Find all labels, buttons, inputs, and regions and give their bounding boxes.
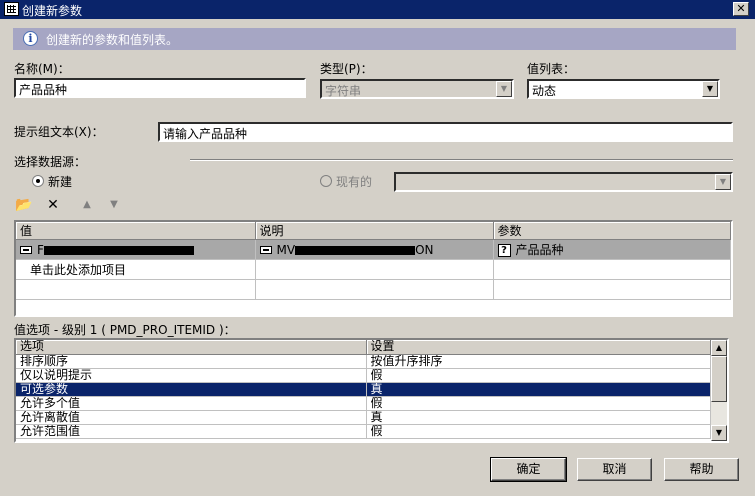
- name-label: 名称(M)：: [14, 62, 70, 76]
- type-value: 字符串: [325, 84, 362, 98]
- scroll-thumb[interactable]: [711, 356, 727, 402]
- help-button[interactable]: 帮助: [664, 458, 739, 481]
- ok-button[interactable]: 确定: [490, 457, 567, 482]
- new-radio[interactable]: [32, 175, 44, 187]
- table-row[interactable]: 允许范围值假: [16, 424, 711, 439]
- option-setting[interactable]: 假: [366, 368, 711, 383]
- table-row[interactable]: [16, 279, 731, 300]
- empty-cell[interactable]: [255, 259, 494, 280]
- option-setting[interactable]: 真: [366, 410, 711, 425]
- new-radio-label: 新建: [48, 175, 73, 189]
- column-header-description[interactable]: 说明: [255, 222, 494, 240]
- cancel-button[interactable]: 取消: [577, 458, 652, 481]
- field-icon: [259, 246, 272, 254]
- table-row[interactable]: 允许离散值真: [16, 410, 711, 425]
- chevron-down-icon: ▼: [496, 81, 512, 97]
- info-banner: i 创建新的参数和值列表。: [13, 28, 736, 50]
- option-setting[interactable]: 假: [366, 396, 711, 411]
- table-row[interactable]: 仅以说明提示假: [16, 368, 711, 383]
- column-header-value[interactable]: 值: [16, 222, 256, 240]
- delete-icon[interactable]: ✕: [44, 196, 62, 214]
- lov-value: 动态: [532, 84, 557, 98]
- type-select: 字符串 ▼: [320, 79, 514, 99]
- option-name[interactable]: 排序顺序: [16, 354, 367, 369]
- app-icon: [4, 2, 19, 16]
- close-button[interactable]: ✕: [733, 2, 749, 16]
- existing-select: ▼: [394, 172, 733, 192]
- description-cell[interactable]: MV ON: [255, 239, 494, 260]
- title-bar: 创建新参数 ✕: [0, 0, 755, 19]
- values-table[interactable]: 值 说明 参数 F MV ON ? 产品品种 单击此处添加项目: [14, 220, 733, 317]
- datasource-label: 选择数据源：: [14, 155, 87, 169]
- lov-label: 值列表：: [527, 62, 576, 76]
- option-setting[interactable]: 按值升序排序: [366, 354, 711, 369]
- column-header-setting[interactable]: 设置: [366, 340, 711, 355]
- scroll-down-icon[interactable]: ▼: [711, 425, 727, 441]
- column-header-option[interactable]: 选项: [16, 340, 367, 355]
- option-name[interactable]: 仅以说明提示: [16, 368, 367, 383]
- option-name[interactable]: 允许范围值: [16, 424, 367, 439]
- options-scrollbar[interactable]: ▲ ▼: [711, 340, 727, 441]
- name-input[interactable]: 产品品种: [14, 78, 306, 98]
- table-row[interactable]: F MV ON ? 产品品种: [16, 239, 731, 260]
- option-setting[interactable]: 假: [366, 424, 711, 439]
- existing-radio: [320, 175, 332, 187]
- table-row[interactable]: 单击此处添加项目: [16, 259, 731, 280]
- chevron-down-icon: ▼: [715, 174, 731, 190]
- field-icon: [20, 246, 32, 254]
- existing-radio-label: 现有的: [336, 175, 373, 189]
- move-down-icon[interactable]: ▼: [105, 196, 123, 214]
- options-table[interactable]: 选项 设置 排序顺序 按值升序排序 仅以说明提示假 可选参数真 允许多个值假 允许…: [14, 338, 729, 443]
- options-label: 值选项 - 级别 1 ( PMD_PRO_ITEMID )：: [14, 323, 236, 337]
- move-up-icon[interactable]: ▲: [78, 196, 96, 214]
- option-name[interactable]: 可选参数: [16, 382, 367, 397]
- info-text: 创建新的参数和值列表。: [46, 33, 179, 47]
- question-icon: ?: [497, 244, 511, 257]
- redacted-value: [43, 245, 194, 255]
- prompt-input[interactable]: 请输入产品品种: [158, 122, 733, 142]
- type-label: 类型(P)：: [320, 62, 373, 76]
- option-name[interactable]: 允许多个值: [16, 396, 367, 411]
- value-cell[interactable]: F: [16, 239, 256, 260]
- column-header-parameter[interactable]: 参数: [493, 222, 731, 240]
- table-row[interactable]: 排序顺序 按值升序排序: [16, 354, 711, 369]
- empty-cell[interactable]: [493, 259, 731, 280]
- option-name[interactable]: 允许离散值: [16, 410, 367, 425]
- prompt-label: 提示组文本(X)：: [14, 125, 104, 139]
- parameter-cell[interactable]: ? 产品品种: [493, 239, 731, 260]
- chevron-down-icon[interactable]: ▼: [702, 81, 718, 97]
- table-row[interactable]: 可选参数真: [16, 382, 711, 397]
- redacted-description: [295, 245, 416, 255]
- window-title: 创建新参数: [22, 4, 83, 18]
- table-row[interactable]: 允许多个值假: [16, 396, 711, 411]
- info-icon: i: [23, 31, 38, 46]
- divider: [190, 159, 733, 161]
- add-item-cell[interactable]: 单击此处添加项目: [16, 259, 256, 280]
- open-folder-icon[interactable]: 📂: [15, 196, 33, 214]
- scroll-up-icon[interactable]: ▲: [711, 340, 727, 356]
- lov-select[interactable]: 动态 ▼: [527, 79, 720, 99]
- option-setting[interactable]: 真: [366, 382, 711, 397]
